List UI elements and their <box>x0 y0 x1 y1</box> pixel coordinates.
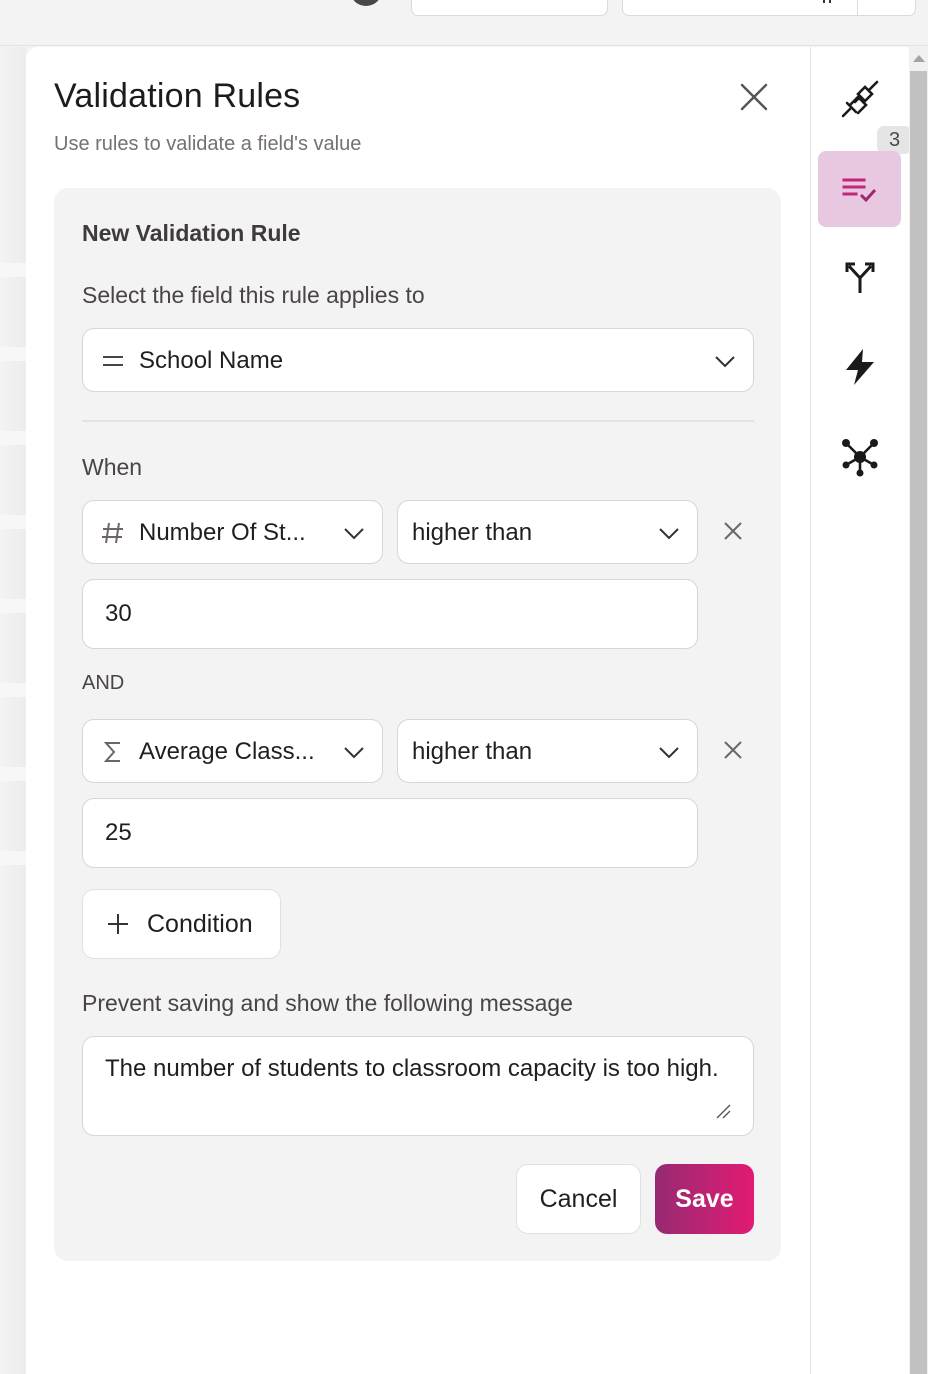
integrations-count-badge: 3 <box>877 126 912 154</box>
cancel-button[interactable]: Cancel <box>516 1164 641 1234</box>
close-button[interactable] <box>734 77 774 117</box>
network-hub-icon <box>841 439 878 477</box>
condition-1-value: 30 <box>105 600 132 627</box>
condition-2-value: 25 <box>105 819 132 846</box>
when-label: When <box>82 454 143 480</box>
close-icon <box>724 741 742 759</box>
target-field-value: School Name <box>139 347 284 374</box>
condition-2-operator-select[interactable]: higher than <box>397 719 698 783</box>
top-bar <box>0 0 928 46</box>
add-condition-button[interactable]: Condition <box>82 889 281 959</box>
top-button[interactable] <box>411 0 608 16</box>
condition-1-field-value: Number Of St... <box>139 519 306 546</box>
sidebar-item-validation-rules[interactable] <box>818 151 901 227</box>
panel-subtitle: Use rules to validate a field's value <box>54 133 362 155</box>
condition-1-operator-select[interactable]: higher than <box>397 500 698 564</box>
top-split-button[interactable] <box>622 0 916 16</box>
scrollbar-thumb[interactable] <box>910 71 927 1374</box>
condition-1-operator-value: higher than <box>412 519 533 546</box>
validation-list-check-icon <box>842 178 876 203</box>
sidebar-item-connections[interactable] <box>818 419 901 495</box>
add-condition-label: Condition <box>147 910 253 938</box>
sidebar-item-automations[interactable] <box>818 329 901 405</box>
error-message-value: The number of students to classroom capa… <box>105 1055 719 1082</box>
condition-2-field-select[interactable]: Average Class... <box>82 719 383 783</box>
error-message-textarea[interactable]: The number of students to classroom capa… <box>82 1036 754 1136</box>
scroll-up-arrow-icon[interactable] <box>913 55 925 62</box>
close-icon <box>724 522 742 540</box>
validation-rules-panel: Validation Rules Use rules to validate a… <box>26 47 811 1374</box>
background-row <box>0 599 26 613</box>
save-button[interactable]: Save <box>655 1164 754 1234</box>
plus-icon <box>108 914 128 934</box>
resize-handle-icon[interactable] <box>715 1103 731 1119</box>
background-row <box>0 347 26 361</box>
number-field-icon <box>99 519 127 547</box>
condition-2-field-value: Average Class... <box>139 738 315 765</box>
top-button-icon <box>823 0 831 3</box>
avatar[interactable] <box>350 0 382 6</box>
background-row <box>0 767 26 781</box>
scrollbar[interactable] <box>909 47 928 1374</box>
branch-split-icon <box>845 262 874 293</box>
field-label: Select the field this rule applies to <box>82 282 425 308</box>
background-row <box>0 515 26 529</box>
background-row <box>0 683 26 697</box>
background-row <box>0 431 26 445</box>
right-sidebar: 3 <box>811 47 912 1374</box>
plug-icon <box>841 80 878 118</box>
chevron-down-icon <box>715 356 735 368</box>
condition-1-value-input[interactable]: 30 <box>82 579 698 649</box>
target-field-select[interactable]: School Name <box>82 328 754 392</box>
sidebar-item-branching[interactable] <box>818 239 901 315</box>
and-joiner: AND <box>82 672 125 694</box>
remove-condition-2-button[interactable] <box>720 737 746 763</box>
card-title: New Validation Rule <box>82 220 301 246</box>
condition-2-value-input[interactable]: 25 <box>82 798 698 868</box>
split-divider <box>857 0 858 15</box>
message-label: Prevent saving and show the following me… <box>82 990 573 1016</box>
background-row <box>0 851 26 865</box>
condition-1-field-select[interactable]: Number Of St... <box>82 500 383 564</box>
background-row <box>0 263 26 277</box>
panel-title: Validation Rules <box>54 77 301 115</box>
lightning-icon <box>845 349 874 385</box>
close-icon <box>740 83 768 111</box>
condition-2-operator-value: higher than <box>412 738 533 765</box>
divider <box>82 420 754 422</box>
chevron-down-icon <box>659 528 679 540</box>
formula-sum-icon <box>99 738 127 766</box>
chevron-down-icon <box>344 528 364 540</box>
text-field-icon <box>99 347 127 375</box>
sidebar-item-integrations[interactable]: 3 <box>818 61 912 154</box>
chevron-down-icon <box>344 747 364 759</box>
remove-condition-1-button[interactable] <box>720 518 746 544</box>
background-table <box>0 47 26 1374</box>
chevron-down-icon <box>659 747 679 759</box>
new-rule-card: New Validation Rule Select the field thi… <box>54 188 781 1261</box>
